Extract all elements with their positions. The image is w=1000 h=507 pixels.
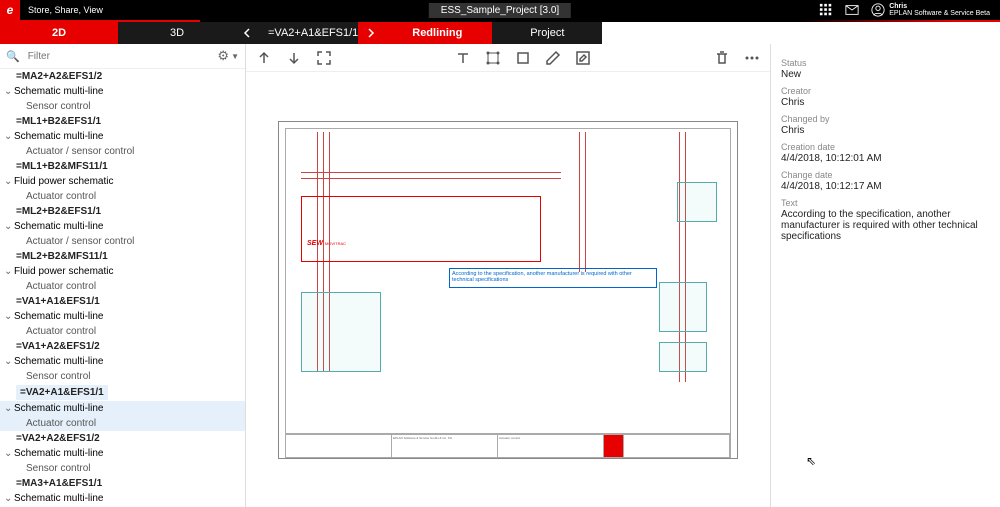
status-value: New — [781, 69, 990, 80]
apps-icon[interactable] — [819, 3, 833, 17]
user-block[interactable]: Chris EPLAN Software & Service Beta — [871, 3, 990, 17]
delete-icon[interactable] — [714, 50, 730, 66]
tree-item-type[interactable]: ⌄Schematic multi-line — [0, 219, 245, 234]
navigator-sidebar: 🔍 ⚙ ▼ =MA2+A2&EFS1/2⌄Schematic multi-lin… — [0, 44, 246, 507]
creator-label: Creator — [781, 86, 990, 96]
dropdown-icon[interactable]: ▼ — [231, 52, 239, 61]
tree-item-code[interactable]: =VA1+A2&EFS1/2 — [0, 339, 245, 354]
tab-bar: 2D 3D =VA2+A1&EFS1/1 Redlining Project — [0, 22, 1000, 44]
changed-label: Change date — [781, 170, 990, 180]
filter-row: 🔍 ⚙ ▼ — [0, 44, 245, 69]
settings-icon[interactable]: ⚙ — [217, 48, 229, 64]
tab-2d[interactable]: 2D — [0, 22, 118, 44]
select-tool-icon[interactable] — [485, 50, 501, 66]
tree-item-code[interactable]: =ML2+B2&MFS11/1 — [0, 249, 245, 264]
user-org: EPLAN Software & Service Beta — [889, 10, 990, 17]
tree-item-type[interactable]: ⌄Fluid power schematic — [0, 174, 245, 189]
tree-item-sub[interactable]: Actuator / sensor control — [0, 144, 245, 159]
tree-item-type[interactable]: ⌄Schematic multi-line — [0, 129, 245, 144]
rectangle-tool-icon[interactable] — [515, 50, 531, 66]
tree-item-sub[interactable]: Sensor control — [0, 369, 245, 384]
creator-value: Chris — [781, 97, 990, 108]
page-path: =VA2+A1&EFS1/1 — [260, 22, 358, 44]
prev-page-button[interactable] — [236, 22, 260, 44]
tree-item-code[interactable]: =ML1+B2&EFS1/1 — [0, 114, 245, 129]
redline-annotation[interactable]: According to the specification, another … — [449, 268, 657, 288]
tree-item-code[interactable]: =VA2+A1&EFS1/1 — [0, 384, 245, 401]
user-icon — [871, 3, 885, 17]
viewer-toolbar — [246, 44, 770, 72]
filter-input[interactable] — [24, 49, 214, 64]
pencil-tool-icon[interactable] — [545, 50, 561, 66]
text-label: Text — [781, 198, 990, 208]
tree-item-code[interactable]: =VA1+A1&EFS1/1 — [0, 294, 245, 309]
canvas-area: SEW MOVITRAC According to the specificat… — [246, 44, 770, 507]
tree-item-code[interactable]: =ML2+B2&EFS1/1 — [0, 204, 245, 219]
fit-screen-icon[interactable] — [316, 50, 332, 66]
user-name: Chris — [889, 3, 990, 10]
tree-item-type[interactable]: ⌄Fluid power schematic — [0, 264, 245, 279]
project-title: ESS_Sample_Project [3.0] — [429, 3, 571, 18]
changedby-value: Chris — [781, 125, 990, 136]
edit-tool-icon[interactable] — [575, 50, 591, 66]
created-value: 4/4/2018, 10:12:01 AM — [781, 153, 990, 164]
changed-value: 4/4/2018, 10:12:17 AM — [781, 181, 990, 192]
status-label: Status — [781, 58, 990, 68]
topbar: e Store, Share, View ESS_Sample_Project … — [0, 0, 1000, 20]
text-tool-icon[interactable] — [455, 50, 471, 66]
tree-item-sub[interactable]: Actuator control — [0, 189, 245, 204]
more-icon[interactable] — [744, 50, 760, 66]
tree-item-code[interactable]: =ML1+B2&MFS11/1 — [0, 159, 245, 174]
drawing-viewport[interactable]: SEW MOVITRAC According to the specificat… — [246, 72, 770, 507]
tree-item-code[interactable]: =VA2+A2&EFS1/2 — [0, 431, 245, 446]
tree-item-sub[interactable]: Actuator control — [0, 324, 245, 339]
tree-item-code[interactable]: =MA3+A1&EFS1/1 — [0, 476, 245, 491]
arrow-down-icon[interactable] — [286, 50, 302, 66]
tree-item-sub[interactable]: Sensor control — [0, 99, 245, 114]
tab-redlining[interactable]: Redlining — [382, 22, 492, 44]
tree-item-sub[interactable]: Sensor control — [0, 461, 245, 476]
tree-item-type[interactable]: ⌄Schematic multi-line — [0, 446, 245, 461]
mail-icon[interactable] — [845, 3, 859, 17]
redline-marker[interactable] — [301, 196, 541, 262]
tab-3d[interactable]: 3D — [118, 22, 236, 44]
arrow-up-icon[interactable] — [256, 50, 272, 66]
tree-item-type[interactable]: ⌄Schematic multi-line — [0, 309, 245, 324]
page-tree[interactable]: =MA2+A2&EFS1/2⌄Schematic multi-lineSenso… — [0, 69, 245, 507]
search-icon: 🔍 — [6, 50, 20, 63]
tree-item-type[interactable]: ⌄Schematic multi-line — [0, 84, 245, 99]
tree-item-sub[interactable]: Actuator control — [0, 279, 245, 294]
tree-item-sub[interactable]: Actuator control — [0, 416, 245, 431]
tree-item-sub[interactable]: Actuator / sensor control — [0, 234, 245, 249]
tree-item-type[interactable]: ⌄Schematic multi-line — [0, 401, 245, 416]
tree-item-type[interactable]: ⌄Schematic multi-line — [0, 354, 245, 369]
details-panel: Status New Creator Chris Changed by Chri… — [770, 44, 1000, 507]
eplan-logo: e — [0, 0, 20, 20]
tab-project[interactable]: Project — [492, 22, 602, 44]
text-value: According to the specification, another … — [781, 209, 990, 242]
next-page-button[interactable] — [358, 22, 382, 44]
schematic-sheet: SEW MOVITRAC According to the specificat… — [278, 121, 738, 459]
changedby-label: Changed by — [781, 114, 990, 124]
vendor-label: SEW MOVITRAC — [307, 240, 346, 247]
title-block: EPLAN Software & Service GmbH & Co. KG A… — [285, 434, 731, 458]
tree-item-type[interactable]: ⌄Schematic multi-line — [0, 491, 245, 506]
brand-text: Store, Share, View — [28, 5, 103, 15]
created-label: Creation date — [781, 142, 990, 152]
tree-item-code[interactable]: =MA2+A2&EFS1/2 — [0, 69, 245, 84]
